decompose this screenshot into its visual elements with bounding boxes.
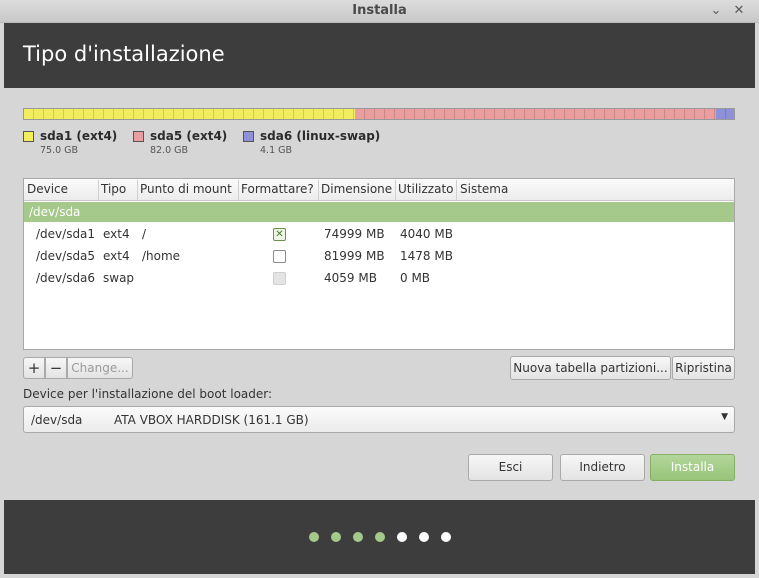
- window-title: Installa: [352, 3, 407, 18]
- step-dot-icon: [352, 532, 363, 542]
- partition-table[interactable]: Device Tipo Punto di mount Formattare? D…: [23, 178, 735, 350]
- boot-loader-label: Device per l'installazione del boot load…: [23, 387, 273, 401]
- boot-loader-select[interactable]: /dev/sda ATA VBOX HARDDISK (161.1 GB) ▼: [23, 406, 735, 433]
- remove-partition-button[interactable]: −: [45, 357, 67, 379]
- legend-size: 82.0 GB: [150, 145, 189, 156]
- window-titlebar: Installa ⌄ ✕: [0, 0, 759, 23]
- format-checkbox-disabled: [273, 272, 286, 285]
- cell-device: /dev/sda5: [36, 249, 96, 263]
- column-header-system[interactable]: Sistema: [460, 182, 508, 196]
- column-header-device[interactable]: Device: [27, 182, 68, 196]
- legend-label: sda5 (ext4): [150, 129, 228, 143]
- disk-segment-3: [716, 109, 734, 119]
- legend-size: 4.1 GB: [260, 145, 293, 156]
- column-header-format[interactable]: Formattare?: [241, 182, 314, 196]
- close-icon[interactable]: ✕: [731, 3, 747, 19]
- install-button[interactable]: Installa: [650, 454, 735, 481]
- cell-device: /dev/sda1: [36, 227, 96, 241]
- cell-type: ext4: [103, 249, 130, 263]
- cell-type: swap: [103, 271, 135, 285]
- cell-mount: /home: [142, 249, 181, 263]
- legend-label: sda6 (linux-swap): [260, 129, 381, 143]
- cell-size: 74999 MB: [324, 227, 385, 241]
- change-partition-button[interactable]: Change...: [67, 357, 133, 379]
- table-row-disk[interactable]: /dev/sda: [24, 202, 734, 222]
- revert-button[interactable]: Ripristina: [672, 356, 735, 380]
- cell-device: /dev/sda6: [36, 271, 96, 285]
- back-button[interactable]: Indietro: [560, 454, 645, 481]
- new-partition-table-button[interactable]: Nuova tabella partizioni...: [510, 356, 671, 380]
- legend-swatch: [133, 131, 144, 142]
- legend-swatch: [243, 131, 254, 142]
- disk-segment-2: [354, 109, 717, 119]
- minimize-icon[interactable]: ⌄: [708, 3, 724, 19]
- check-icon: ✕: [275, 229, 284, 240]
- cell-size: 81999 MB: [324, 249, 385, 263]
- step-dot-icon: [330, 532, 341, 542]
- cell-mount: /: [142, 227, 147, 241]
- cell-used: 4040 MB: [400, 227, 453, 241]
- add-partition-button[interactable]: +: [23, 357, 45, 379]
- column-header-mount[interactable]: Punto di mount: [140, 182, 232, 196]
- main-panel: sda1 (ext4) 75.0 GB sda5 (ext4) 82.0 GB …: [4, 88, 755, 500]
- legend-label: sda1 (ext4): [40, 129, 118, 143]
- step-dot-icon: [374, 532, 385, 542]
- disk-segment-1: [24, 109, 355, 119]
- step-dot-icon: [440, 532, 451, 542]
- format-checkbox[interactable]: [273, 250, 286, 263]
- step-dot-icon: [308, 532, 319, 542]
- quit-button[interactable]: Esci: [468, 454, 553, 481]
- table-row[interactable]: /dev/sda1 ext4 / ✕ 74999 MB 4040 MB: [24, 223, 734, 245]
- cell-used: 1478 MB: [400, 249, 453, 263]
- step-dot-icon: [396, 532, 407, 542]
- column-header-used[interactable]: Utilizzato: [398, 182, 454, 196]
- page-header: Tipo d'installazione: [4, 23, 755, 88]
- footer: [4, 500, 755, 574]
- boot-loader-description: ATA VBOX HARDDISK (161.1 GB): [114, 413, 309, 427]
- legend-size: 75.0 GB: [40, 145, 79, 156]
- disk-usage-bar: [23, 108, 735, 120]
- table-header: Device Tipo Punto di mount Formattare? D…: [24, 179, 734, 201]
- column-header-type[interactable]: Tipo: [101, 182, 126, 196]
- column-header-size[interactable]: Dimensione: [321, 182, 392, 196]
- disk-name: /dev/sda: [29, 205, 81, 219]
- format-checkbox-checked[interactable]: ✕: [273, 228, 286, 241]
- step-dot-icon: [418, 532, 429, 542]
- legend-swatch: [23, 131, 34, 142]
- boot-loader-device: /dev/sda: [31, 413, 83, 427]
- cell-size: 4059 MB: [324, 271, 377, 285]
- step-progress-indicator: [4, 532, 755, 542]
- cell-used: 0 MB: [400, 271, 431, 285]
- cell-type: ext4: [103, 227, 130, 241]
- table-row[interactable]: /dev/sda6 swap 4059 MB 0 MB: [24, 267, 734, 289]
- page-title: Tipo d'installazione: [23, 42, 225, 66]
- dropdown-arrow-icon: ▼: [721, 412, 728, 422]
- table-row[interactable]: /dev/sda5 ext4 /home 81999 MB 1478 MB: [24, 245, 734, 267]
